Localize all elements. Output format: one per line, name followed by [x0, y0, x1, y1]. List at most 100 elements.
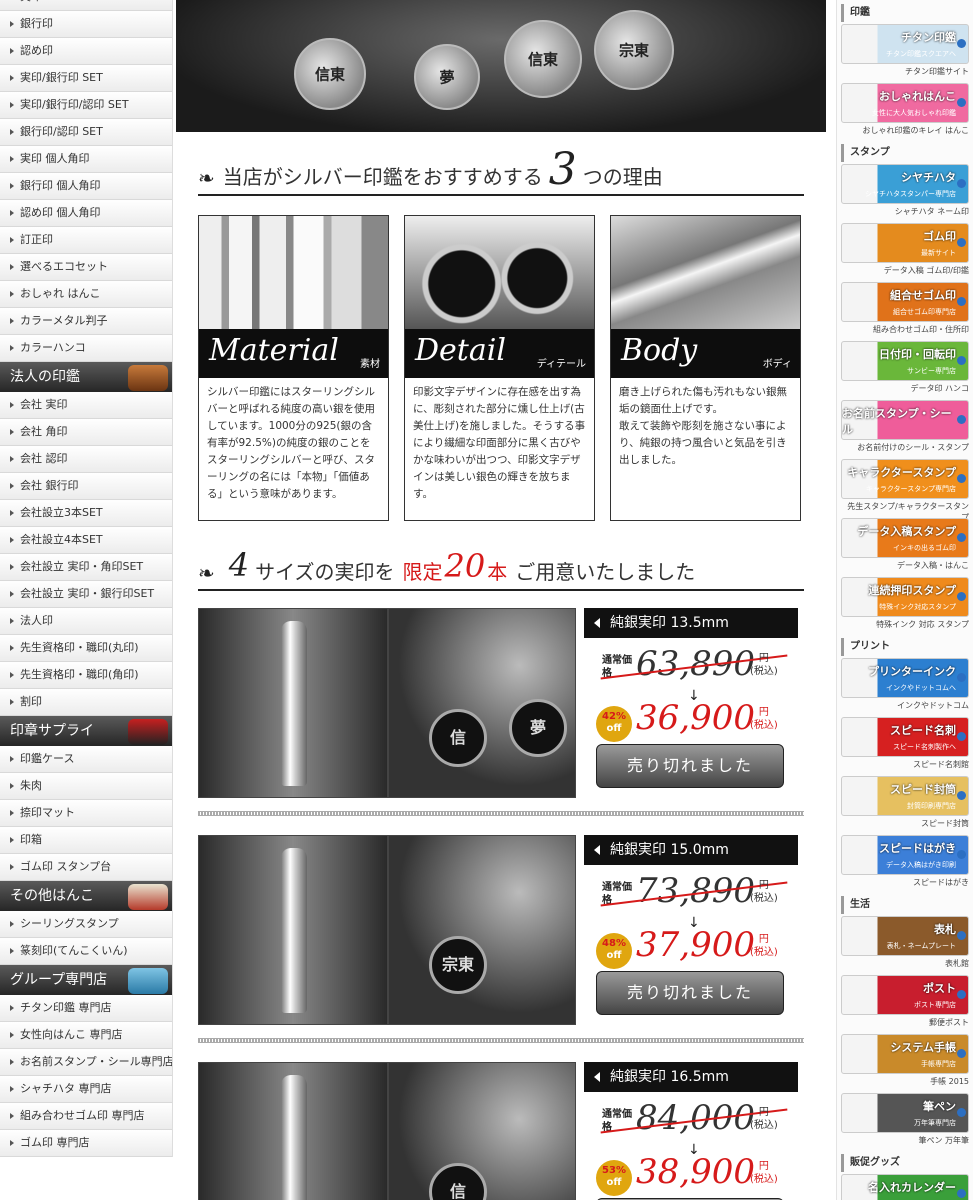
- sidebar-banner-link[interactable]: スピード封筒 封筒印刷専門店 スピード封筒: [841, 774, 969, 833]
- sidebar-link[interactable]: 実印 個人角印: [0, 146, 172, 173]
- chevron-right-icon: [10, 1140, 14, 1146]
- sidebar-link[interactable]: 銀行印 個人角印: [0, 173, 172, 200]
- sidebar-link[interactable]: 銀行印: [0, 11, 172, 38]
- stamp-face: 信: [429, 709, 487, 767]
- sold-out-button[interactable]: 売り切れました: [596, 744, 784, 788]
- sidebar-link[interactable]: 会社 実印: [0, 392, 172, 419]
- sidebar-banner-link[interactable]: 組合せゴム印 組合せゴム印専門店 組み合わせゴム印・住所印: [841, 280, 969, 339]
- sidebar-banner-link[interactable]: データ入稿スタンプ インキの出るゴム印 データ入稿・はんこ: [841, 516, 969, 575]
- chevron-right-icon: [10, 156, 14, 162]
- product-closeup-photo: 宗東: [388, 835, 576, 1025]
- right-sidebar-heading: スタンプ: [841, 144, 973, 162]
- sidebar-link[interactable]: シーリングスタンプ: [0, 911, 172, 938]
- sidebar-link[interactable]: 先生資格印・職印(角印): [0, 662, 172, 689]
- go-arrow-icon: [957, 732, 966, 741]
- sidebar-heading-label: グループ専門店: [10, 972, 108, 988]
- sidebar-link[interactable]: 捺印マット: [0, 800, 172, 827]
- sidebar-banner-link[interactable]: お名前スタンプ・シール お名前付けのシール・スタンプ: [841, 398, 969, 457]
- sidebar-banner-link[interactable]: 日付印・回転印 サンビー専門店 データ印 ハンコ: [841, 339, 969, 398]
- go-arrow-icon: [957, 474, 966, 483]
- sidebar-link[interactable]: 女性向はんこ 専門店: [0, 1022, 172, 1049]
- sidebar-link[interactable]: カラーハンコ: [0, 335, 172, 362]
- banner-title: スピードはがき: [879, 842, 956, 855]
- sidebar-link[interactable]: 実印/銀行印/認印 SET: [0, 92, 172, 119]
- chevron-right-icon: [10, 645, 14, 651]
- sidebar-link[interactable]: 会社 認印: [0, 446, 172, 473]
- sidebar-link[interactable]: 会社設立4本SET: [0, 527, 172, 554]
- sidebar-banner-link[interactable]: 名入れカレンダー: [841, 1172, 969, 1200]
- sidebar-link-label: カラーハンコ: [20, 341, 86, 354]
- sidebar-link[interactable]: 訂正印: [0, 227, 172, 254]
- sale-price: 36,900: [636, 698, 755, 738]
- product-title-label: 純銀実印 15.0mm: [610, 842, 729, 858]
- sidebar-link[interactable]: 会社設立 実印・角印SET: [0, 554, 172, 581]
- sidebar-link[interactable]: 会社設立3本SET: [0, 500, 172, 527]
- sizes-heading: ❧ 4 サイズの実印を 限定 20 本 ご用意いたしました: [198, 543, 804, 591]
- sidebar-link[interactable]: 銀行印/認印 SET: [0, 119, 172, 146]
- sidebar-link[interactable]: ゴム印 専門店: [0, 1130, 172, 1157]
- sidebar-link[interactable]: 法人印: [0, 608, 172, 635]
- right-sidebar-heading: 印鑑: [841, 4, 973, 22]
- sidebar-banner-link[interactable]: プリンターインク インクやドットコムへ インクやドットコム: [841, 656, 969, 715]
- yen-label: 円: [758, 880, 769, 891]
- sidebar-banner-link[interactable]: 表札 表札・ネームプレート 表札館: [841, 914, 969, 973]
- chevron-right-icon: [10, 183, 14, 189]
- sidebar-link[interactable]: 会社 角印: [0, 419, 172, 446]
- sidebar-banner-link[interactable]: ポスト ポスト専門店 郵便ポスト: [841, 973, 969, 1032]
- sidebar-banner-link[interactable]: シヤチハタ シヤチハタスタンパー専門店 シャチハタ ネーム印: [841, 162, 969, 221]
- silver-rod-image: [281, 848, 307, 1013]
- sidebar-banner-link[interactable]: 筆ペン 万年筆専門店 筆ペン 万年筆: [841, 1091, 969, 1150]
- stamp-face: 宗東: [429, 936, 487, 994]
- sidebar-link[interactable]: 割印: [0, 689, 172, 716]
- sidebar-banner-link[interactable]: スピードはがき データ入稿はがき印刷 スピードはがき: [841, 833, 969, 892]
- heading-decoration-icon: [128, 719, 168, 745]
- sidebar-link[interactable]: 認め印 個人角印: [0, 200, 172, 227]
- sidebar-link[interactable]: おしゃれ はんこ: [0, 281, 172, 308]
- chevron-right-icon: [10, 756, 14, 762]
- sidebar-banner-link[interactable]: ゴム印 最新サイト データ入稿 ゴム印/印鑑: [841, 221, 969, 280]
- sidebar-link[interactable]: 篆刻印(てんこくいん): [0, 938, 172, 965]
- sidebar-link[interactable]: 選べるエコセット: [0, 254, 172, 281]
- chevron-right-icon: [10, 345, 14, 351]
- sidebar-banner-link[interactable]: 連続押印スタンプ 特殊インク対応スタンプ 特殊インク 対応 スタンプ: [841, 575, 969, 634]
- sidebar-link-label: 銀行印 個人角印: [20, 179, 101, 192]
- sidebar-link[interactable]: 会社設立 実印・銀行印SET: [0, 581, 172, 608]
- sidebar-link[interactable]: シャチハタ 専門店: [0, 1076, 172, 1103]
- sidebar-link-label: 銀行印/認印 SET: [20, 125, 103, 138]
- sidebar-link[interactable]: カラーメタル判子: [0, 308, 172, 335]
- sidebar-link[interactable]: 印鑑ケース: [0, 746, 172, 773]
- discount-badge: 53% off: [596, 1160, 632, 1196]
- banner-caption: 特殊インク 対応 スタンプ: [876, 620, 969, 629]
- chevron-right-icon: [10, 402, 14, 408]
- sidebar-link[interactable]: 先生資格印・職印(丸印): [0, 635, 172, 662]
- chevron-right-icon: [10, 591, 14, 597]
- sidebar-banner-link[interactable]: システム手帳 手帳専門店 手帳 2015: [841, 1032, 969, 1091]
- sidebar-link[interactable]: 朱肉: [0, 773, 172, 800]
- sidebar-link[interactable]: 実印/銀行印 SET: [0, 65, 172, 92]
- sidebar-banner-link[interactable]: チタン印鑑 チタン印鑑スクエアへ チタン印鑑サイト: [841, 22, 969, 81]
- sidebar-link-label: 実印/銀行印/認印 SET: [20, 98, 129, 111]
- hero-stamp: 夢: [414, 44, 480, 110]
- discount-badge: 42% off: [596, 706, 632, 742]
- chevron-right-icon: [10, 102, 14, 108]
- sidebar-banner-link[interactable]: おしゃれはんこ 女性に大人気おしゃれ印鑑 おしゃれ印鑑のキレイ はんこ: [841, 81, 969, 140]
- sidebar-link[interactable]: 印箱: [0, 827, 172, 854]
- sidebar-link[interactable]: チタン印鑑 専門店: [0, 995, 172, 1022]
- sidebar-link[interactable]: お名前スタンプ・シール専門店: [0, 1049, 172, 1076]
- sold-out-button[interactable]: 売り切れました: [596, 971, 784, 1015]
- sidebar-link[interactable]: 認め印: [0, 38, 172, 65]
- chevron-right-icon: [10, 48, 14, 54]
- sidebar-banner-link[interactable]: スピード名刺 スピード名刺製作へ スピード名刺館: [841, 715, 969, 774]
- sidebar-link-label: シーリングスタンプ: [20, 917, 119, 930]
- sidebar-link[interactable]: 会社 銀行印: [0, 473, 172, 500]
- sale-price: 38,900: [636, 1152, 755, 1192]
- sidebar-link[interactable]: 組み合わせゴム印 専門店: [0, 1103, 172, 1130]
- banner-subtitle: ポスト専門店: [914, 1001, 956, 1009]
- sidebar-link[interactable]: ゴム印 スタンプ台: [0, 854, 172, 881]
- banner-subtitle: シヤチハタスタンパー専門店: [865, 190, 956, 198]
- sidebar-banner-link[interactable]: キャラクタースタンプキャラクタースタンプ専門店先生スタンプ/キャラクタースタンプ: [841, 457, 969, 522]
- sidebar-link[interactable]: 実印: [0, 0, 172, 11]
- regular-price: 63,890: [636, 644, 755, 684]
- silver-rod-image: [281, 621, 307, 786]
- section-divider: [198, 811, 804, 816]
